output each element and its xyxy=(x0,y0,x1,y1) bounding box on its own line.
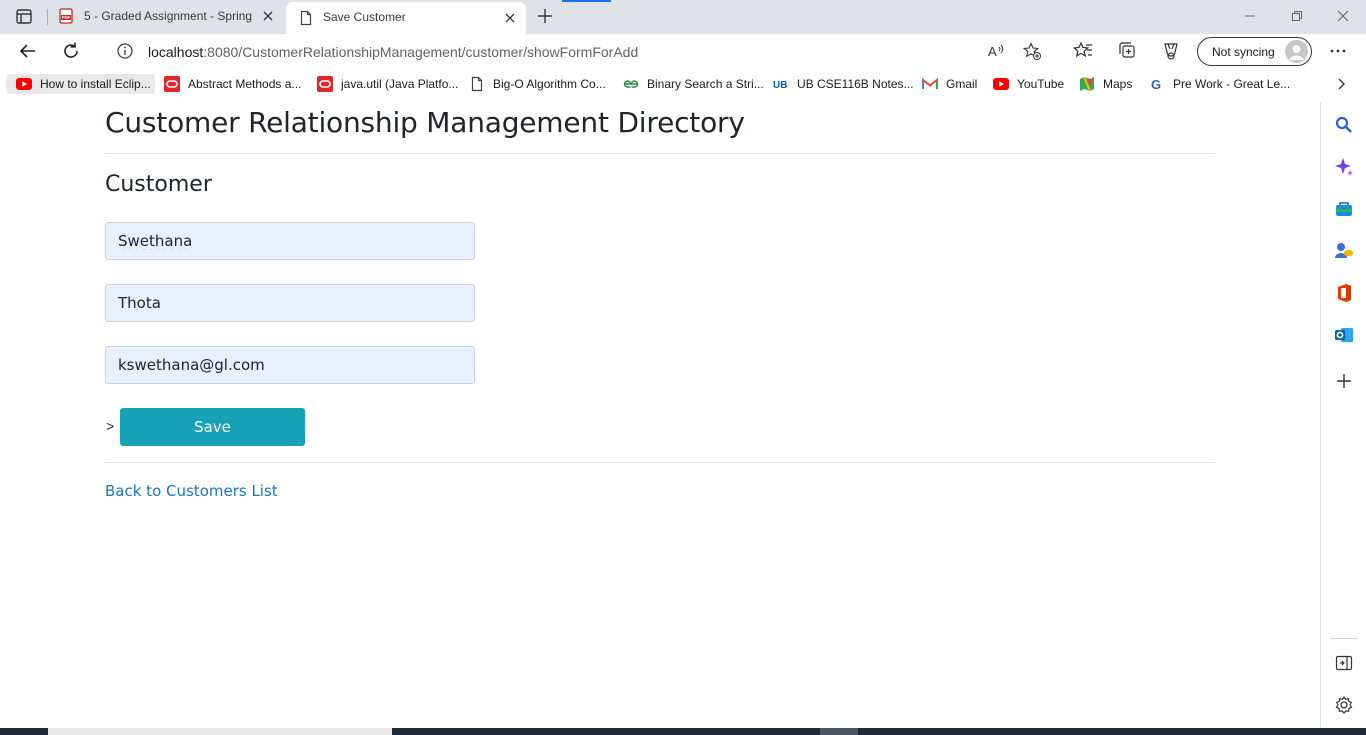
tab-close-icon[interactable] xyxy=(502,10,518,26)
page-icon xyxy=(298,10,314,26)
outlook-icon[interactable] xyxy=(1334,325,1354,345)
bookmark-youtube[interactable]: YouTube xyxy=(993,74,1064,94)
geeksforgeeks-icon xyxy=(623,76,639,92)
bookmark-label: Gmail xyxy=(946,77,978,91)
bookmark-label: java.util (Java Platfo... xyxy=(341,77,459,91)
bookmark-label: Pre Work - Great Le... xyxy=(1173,77,1291,91)
close-window-icon[interactable] xyxy=(1335,8,1351,24)
minimize-icon[interactable] xyxy=(1242,8,1258,24)
hide-sidebar-icon[interactable] xyxy=(1334,653,1354,673)
svg-text:UB: UB xyxy=(773,80,787,91)
office-icon[interactable] xyxy=(1334,283,1354,303)
bookmark-maps[interactable]: Maps xyxy=(1079,74,1132,94)
maps-icon xyxy=(1079,76,1095,92)
bookmark-label: Big-O Algorithm Co... xyxy=(493,77,606,91)
restore-icon[interactable] xyxy=(1289,8,1305,24)
copilot-sparkle-icon[interactable] xyxy=(1334,157,1354,177)
taskbar-app-indicator xyxy=(820,728,858,735)
tab-accent-bar xyxy=(562,0,611,2)
web-page: Customer Relationship Management Directo… xyxy=(0,102,1320,728)
page-title: Customer Relationship Management Directo… xyxy=(105,106,745,139)
add-icon[interactable] xyxy=(1334,371,1354,391)
tab-strip: PDF 5 - Graded Assignment - Spring Save … xyxy=(0,0,1366,36)
tab-title: 5 - Graded Assignment - Spring xyxy=(84,9,253,23)
chevron-right-icon[interactable] xyxy=(1334,76,1348,92)
shopping-bag-icon[interactable] xyxy=(1334,199,1354,219)
back-arrow-icon[interactable] xyxy=(16,39,40,63)
bookmark-eclipse[interactable]: How to install Eclip... xyxy=(6,74,155,94)
sync-label: Not syncing xyxy=(1212,45,1275,59)
bookmarks-bar: How to install Eclip... Abstract Methods… xyxy=(0,70,1366,98)
settings-gear-icon[interactable] xyxy=(1334,695,1354,715)
oracle-icon xyxy=(317,76,333,92)
bookmark-binary-search[interactable]: Binary Search a Stri... xyxy=(623,74,764,94)
tab-save-customer[interactable]: Save Customer xyxy=(286,2,526,36)
browser-essentials-icon[interactable] xyxy=(1159,39,1183,63)
tab-actions-icon[interactable] xyxy=(12,6,36,28)
divider xyxy=(105,153,1215,154)
tab-title: Save Customer xyxy=(323,10,406,24)
search-icon[interactable] xyxy=(1334,115,1354,135)
youtube-icon xyxy=(993,76,1009,92)
address-bar[interactable]: localhost:8080/CustomerRelationshipManag… xyxy=(100,36,1056,66)
avatar xyxy=(1285,40,1308,63)
bookmark-label: How to install Eclip... xyxy=(40,77,151,91)
bookmark-pre-work[interactable]: G Pre Work - Great Le... xyxy=(1149,74,1290,94)
read-aloud-icon[interactable]: A xyxy=(986,41,1006,61)
collections-icon[interactable] xyxy=(1115,39,1139,63)
page-icon xyxy=(469,76,485,92)
pdf-icon: PDF xyxy=(58,8,74,24)
add-favorite-icon[interactable] xyxy=(1022,41,1042,61)
bookmark-abstract-methods[interactable]: Abstract Methods a... xyxy=(164,74,301,94)
stray-text: > xyxy=(106,418,115,434)
profile-sync-button[interactable]: Not syncing xyxy=(1197,37,1312,66)
svg-text:G: G xyxy=(1151,77,1161,92)
taskbar-window-preview xyxy=(48,728,392,735)
tab-graded-assignment[interactable]: PDF 5 - Graded Assignment - Spring xyxy=(50,0,284,32)
sidebar-divider xyxy=(1330,638,1358,639)
url-text[interactable]: localhost:8080/CustomerRelationshipManag… xyxy=(148,44,638,60)
youtube-icon xyxy=(16,76,32,92)
edge-sidebar xyxy=(1320,102,1366,728)
svg-text:PDF: PDF xyxy=(62,15,71,20)
refresh-icon[interactable] xyxy=(59,39,83,63)
favorites-icon[interactable] xyxy=(1071,39,1095,63)
games-icon[interactable] xyxy=(1334,241,1354,261)
site-info-icon[interactable] xyxy=(116,42,134,60)
back-to-list-link[interactable]: Back to Customers List xyxy=(105,482,278,500)
bookmark-label: YouTube xyxy=(1017,77,1065,91)
section-title: Customer xyxy=(105,172,212,197)
bookmark-ub-cse116b[interactable]: UB UB CSE116B Notes... xyxy=(773,74,914,94)
svg-text:A: A xyxy=(988,44,997,59)
bookmark-label: Binary Search a Stri... xyxy=(647,77,764,91)
last-name-input[interactable] xyxy=(105,284,475,322)
tab-close-icon[interactable] xyxy=(260,8,276,24)
save-button[interactable]: Save xyxy=(120,408,305,446)
ub-icon: UB xyxy=(773,76,789,92)
tab-separator xyxy=(47,9,48,25)
email-input[interactable] xyxy=(105,346,475,384)
url-host: localhost xyxy=(148,44,204,60)
bookmark-big-o[interactable]: Big-O Algorithm Co... xyxy=(469,74,606,94)
bookmark-label: UB CSE116B Notes... xyxy=(797,77,914,91)
oracle-icon xyxy=(164,76,180,92)
gmail-icon xyxy=(922,76,938,92)
first-name-input[interactable] xyxy=(105,222,475,260)
bookmark-label: Abstract Methods a... xyxy=(188,77,302,91)
more-options-icon[interactable] xyxy=(1326,39,1350,63)
url-path: :8080/CustomerRelationshipManagement/cus… xyxy=(203,44,639,60)
bookmark-gmail[interactable]: Gmail xyxy=(922,74,977,94)
bookmark-label: Maps xyxy=(1103,77,1133,91)
greatlearning-icon: G xyxy=(1149,76,1165,92)
bookmark-java-util[interactable]: java.util (Java Platfo... xyxy=(317,74,458,94)
divider xyxy=(105,462,1215,463)
new-tab-icon[interactable] xyxy=(534,5,556,27)
